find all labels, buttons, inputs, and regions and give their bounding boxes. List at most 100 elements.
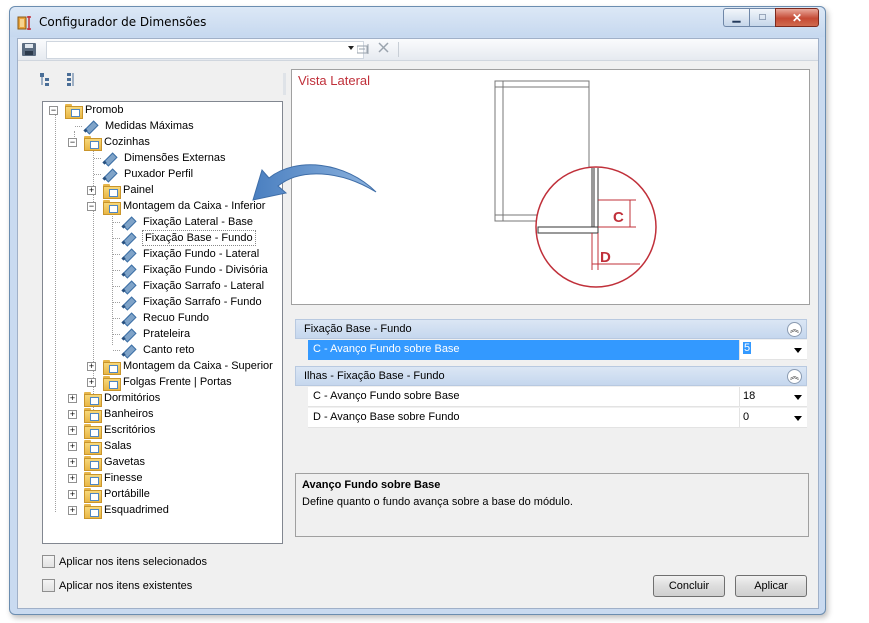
tree-item-puxador-perfil[interactable]: Puxador Perfil	[94, 166, 272, 182]
description-text: Define quanto o fundo avança sobre a bas…	[302, 496, 573, 508]
tree-item-recuo-fundo[interactable]: Recuo Fundo	[113, 310, 281, 326]
expand-toggle-icon[interactable]: +	[87, 378, 96, 387]
expand-toggle-icon[interactable]: +	[68, 442, 77, 451]
property-row[interactable]: D - Avanço Base sobre Fundo 0	[308, 408, 807, 428]
property-description: Avanço Fundo sobre Base Define quanto o …	[295, 473, 809, 537]
tree-item-fixacao-lateral-base[interactable]: Fixação Lateral - Base	[113, 214, 281, 230]
tree-node-painel[interactable]: + Painel	[87, 182, 267, 199]
app-icon	[17, 15, 33, 31]
client-area: − Promob Medidas Máximas − Cozinhas Dime…	[17, 38, 819, 609]
fixture-icon	[102, 167, 116, 181]
apply-button[interactable]: Aplicar	[735, 575, 807, 597]
tree-node-escritorios[interactable]: + Escritórios	[68, 422, 268, 439]
expand-toggle-icon[interactable]: +	[87, 362, 96, 371]
tree-item-fixacao-fundo-divisoria[interactable]: Fixação Fundo - Divisória	[113, 262, 281, 278]
collapse-tree-icon[interactable]	[65, 73, 77, 87]
folder-icon	[84, 504, 102, 519]
collapse-group-icon[interactable]: ︽	[787, 369, 802, 384]
collapse-toggle-icon[interactable]: −	[68, 138, 77, 147]
property-value[interactable]: 5	[743, 342, 752, 354]
tree-node-label: Fixação Sarrafo - Fundo	[143, 296, 262, 308]
fixture-icon	[121, 295, 135, 309]
tree-item-fixacao-sarrafo-fundo[interactable]: Fixação Sarrafo - Fundo	[113, 294, 281, 310]
tree-node-esquadrimed[interactable]: + Esquadrimed	[68, 502, 268, 519]
tree-item-medidas-maximas[interactable]: Medidas Máximas	[75, 118, 273, 134]
tree-node-label: Fixação Sarrafo - Lateral	[143, 280, 265, 292]
property-value-dropdown[interactable]: 0	[739, 408, 807, 428]
minimize-button[interactable]: ▁	[723, 8, 749, 27]
tree-node-promob[interactable]: − Promob	[49, 102, 279, 119]
floppy-disk-icon[interactable]	[22, 43, 36, 56]
fixture-icon	[83, 119, 97, 133]
title-bar: Configurador de Dimensões ▁ □ ✕	[10, 7, 825, 37]
fixture-icon	[102, 151, 116, 165]
tree-node-label: Portábille	[104, 488, 150, 500]
tree-node-label: Montagem da Caixa - Inferior	[123, 200, 266, 212]
tree-node-cozinhas[interactable]: − Cozinhas	[68, 134, 268, 151]
expand-toggle-icon[interactable]: +	[68, 410, 77, 419]
property-value[interactable]: 18	[743, 390, 755, 402]
expand-toggle-icon[interactable]: +	[68, 490, 77, 499]
property-name: D - Avanço Base sobre Fundo	[313, 411, 460, 423]
tree-node-label: Fixação Fundo - Lateral	[143, 248, 260, 260]
collapse-toggle-icon[interactable]: −	[87, 202, 96, 211]
tree-node-label: Gavetas	[104, 456, 145, 468]
folder-icon	[84, 392, 102, 407]
group-header-fixacao-base-fundo[interactable]: Fixação Base - Fundo ︽	[295, 319, 807, 339]
group-header-ilhas[interactable]: Ilhas - Fixação Base - Fundo ︽	[295, 366, 807, 386]
dropdown-arrow-icon[interactable]	[794, 416, 802, 421]
apply-icon[interactable]	[356, 43, 371, 58]
maximize-button[interactable]: □	[749, 8, 775, 27]
property-value-dropdown[interactable]: 18	[739, 387, 807, 407]
folder-icon	[65, 104, 83, 119]
expand-tree-icon[interactable]	[40, 73, 52, 87]
tree-guide-line	[55, 115, 56, 512]
tree-node-salas[interactable]: + Salas	[68, 438, 268, 455]
delete-icon[interactable]	[377, 41, 390, 57]
apply-selected-checkbox[interactable]	[42, 555, 55, 568]
property-value[interactable]: 0	[743, 411, 749, 423]
tree-item-canto-reto[interactable]: Canto reto	[113, 342, 281, 358]
panel-splitter[interactable]	[283, 73, 286, 95]
dropdown-arrow-icon[interactable]	[794, 348, 802, 353]
dropdown-arrow-icon[interactable]	[794, 395, 802, 400]
tree-item-dimensoes-externas[interactable]: Dimensões Externas	[94, 150, 272, 166]
tree-node-label: Fixação Lateral - Base	[143, 216, 254, 228]
collapse-group-icon[interactable]: ︽	[787, 322, 802, 337]
tree-node-label: Canto reto	[143, 344, 195, 356]
property-row[interactable]: C - Avanço Fundo sobre Base 18	[308, 387, 807, 407]
fixture-icon	[121, 215, 135, 229]
tree-node-dormitorios[interactable]: + Dormitórios	[68, 390, 268, 407]
collapse-toggle-icon[interactable]: −	[49, 106, 58, 115]
conclude-button[interactable]: Concluir	[653, 575, 725, 597]
expand-toggle-icon[interactable]: +	[87, 186, 96, 195]
dimension-label-d: D	[600, 249, 611, 266]
tree-node-label: Dimensões Externas	[124, 152, 226, 164]
tree-node-montagem-inferior[interactable]: − Montagem da Caixa - Inferior	[87, 198, 282, 215]
tree-node-folgas[interactable]: + Folgas Frente | Portas	[87, 374, 282, 391]
expand-toggle-icon[interactable]: +	[68, 474, 77, 483]
close-button[interactable]: ✕	[775, 8, 819, 27]
folder-icon	[84, 440, 102, 455]
tree-item-fixacao-sarrafo-lateral[interactable]: Fixação Sarrafo - Lateral	[113, 278, 281, 294]
tree-item-prateleira[interactable]: Prateleira	[113, 326, 281, 342]
apply-existing-checkbox[interactable]	[42, 579, 55, 592]
tree-node-portabille[interactable]: + Portábille	[68, 486, 268, 503]
tree-node-finesse[interactable]: + Finesse	[68, 470, 268, 487]
tree-item-fixacao-fundo-lateral[interactable]: Fixação Fundo - Lateral	[113, 246, 281, 262]
config-combo[interactable]	[46, 41, 364, 59]
tree-node-montagem-superior[interactable]: + Montagem da Caixa - Superior	[87, 358, 282, 375]
tree-node-banheiros[interactable]: + Banheiros	[68, 406, 268, 423]
tree-node-gavetas[interactable]: + Gavetas	[68, 454, 268, 471]
expand-toggle-icon[interactable]: +	[68, 426, 77, 435]
dropdown-arrow-icon[interactable]	[348, 46, 354, 50]
tree-item-fixacao-base-fundo[interactable]: Fixação Base - Fundo	[113, 230, 281, 246]
folder-icon	[84, 456, 102, 471]
tree-node-label: Puxador Perfil	[124, 168, 194, 180]
tree-node-label: Dormitórios	[104, 392, 161, 404]
expand-toggle-icon[interactable]: +	[68, 458, 77, 467]
expand-toggle-icon[interactable]: +	[68, 394, 77, 403]
property-value-dropdown[interactable]: 5	[739, 340, 807, 360]
property-row[interactable]: C - Avanço Fundo sobre Base 5	[308, 340, 807, 360]
expand-toggle-icon[interactable]: +	[68, 506, 77, 515]
